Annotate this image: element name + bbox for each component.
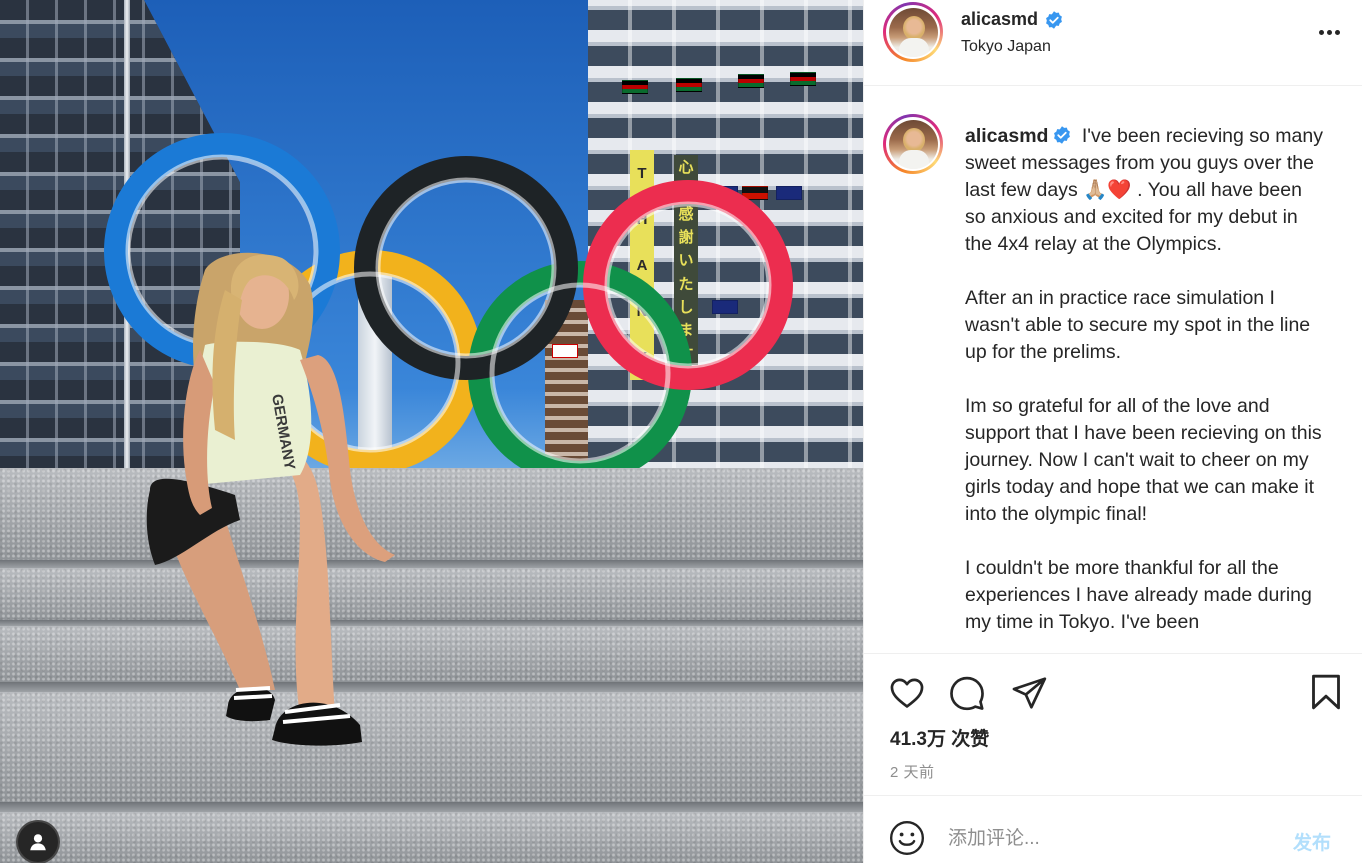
smiley-icon[interactable] (888, 819, 926, 857)
username-link[interactable]: alicasmd (961, 9, 1038, 30)
avatar[interactable] (883, 2, 943, 62)
post-header: alicasmd Tokyo Japan (864, 0, 1362, 86)
post-timestamp[interactable]: 2 天前 (890, 761, 935, 782)
comment-bar: 发布 (864, 795, 1362, 863)
post-panel: alicasmd Tokyo Japan alicasmd I've been … (863, 0, 1362, 863)
comment-input[interactable] (948, 824, 1278, 854)
caption-username[interactable]: alicasmd (965, 125, 1048, 147)
bookmark-icon[interactable] (1306, 672, 1346, 712)
paper-plane-icon[interactable] (1010, 674, 1048, 712)
athlete-figure: GERMANY (146, 252, 395, 746)
avatar-image (888, 7, 938, 57)
action-bar: 41.3万 次赞 2 天前 (864, 653, 1362, 795)
verified-badge-icon (1054, 126, 1071, 144)
post-comment-button[interactable]: 发布 (1293, 828, 1331, 855)
caption-avatar[interactable] (883, 114, 943, 174)
likes-count[interactable]: 41.3万 次赞 (890, 724, 989, 751)
comment-icon[interactable] (948, 674, 986, 712)
heart-icon[interactable] (888, 674, 926, 712)
verified-badge-icon (1046, 10, 1062, 29)
post-photo[interactable]: THANK 心り感謝いたします GERMANY (0, 0, 863, 863)
more-options-icon[interactable] (1314, 20, 1344, 44)
tagged-users-button[interactable] (16, 820, 60, 863)
caption-text: alicasmd I've been recieving so many swe… (965, 123, 1325, 636)
user-silhouette-icon (30, 834, 46, 851)
location-link[interactable]: Tokyo Japan (961, 38, 1051, 56)
caption-body: I've been recieving so many sweet messag… (965, 125, 1323, 633)
caption-area: alicasmd I've been recieving so many swe… (864, 87, 1362, 653)
